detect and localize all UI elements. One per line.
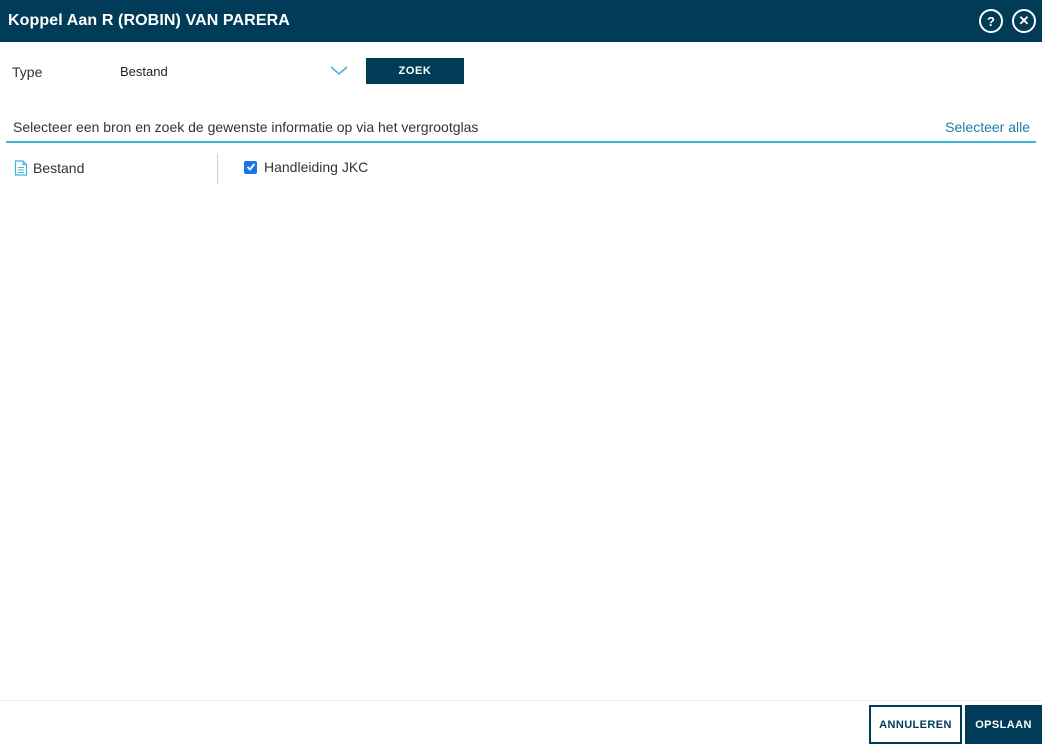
source-item-bestand[interactable]: Bestand xyxy=(14,158,84,178)
info-bar: Selecteer een bron en zoek de gewenste i… xyxy=(6,113,1036,143)
close-icon[interactable]: ✕ xyxy=(1012,9,1036,33)
dialog-footer: ANNULEREN OPSLAAN xyxy=(0,700,1042,744)
dialog-titlebar: Koppel Aan R (ROBIN) VAN PARERA ? ✕ xyxy=(0,0,1042,42)
type-select-value: Bestand xyxy=(120,64,168,79)
cancel-button[interactable]: ANNULEREN xyxy=(869,705,962,744)
select-all-link[interactable]: Selecteer alle xyxy=(945,119,1030,135)
type-label: Type xyxy=(12,64,43,80)
chevron-down-icon xyxy=(330,66,348,75)
save-button[interactable]: OPSLAAN xyxy=(965,705,1042,744)
result-label: Handleiding JKC xyxy=(264,159,369,175)
dialog-title: Koppel Aan R (ROBIN) VAN PARERA xyxy=(8,12,290,29)
column-divider xyxy=(217,154,218,184)
type-row: Type Bestand ZOEK xyxy=(0,57,1042,87)
result-checkbox[interactable] xyxy=(244,160,257,174)
document-icon xyxy=(14,160,28,176)
help-icon[interactable]: ? xyxy=(979,9,1003,33)
source-item-label: Bestand xyxy=(33,160,85,176)
checkmark-icon xyxy=(246,163,255,171)
instruction-text: Selecteer een bron en zoek de gewenste i… xyxy=(13,119,479,135)
titlebar-actions: ? ✕ xyxy=(979,9,1036,33)
type-select[interactable]: Bestand xyxy=(114,57,352,85)
result-item: Handleiding JKC xyxy=(244,159,368,175)
search-button[interactable]: ZOEK xyxy=(366,58,464,84)
